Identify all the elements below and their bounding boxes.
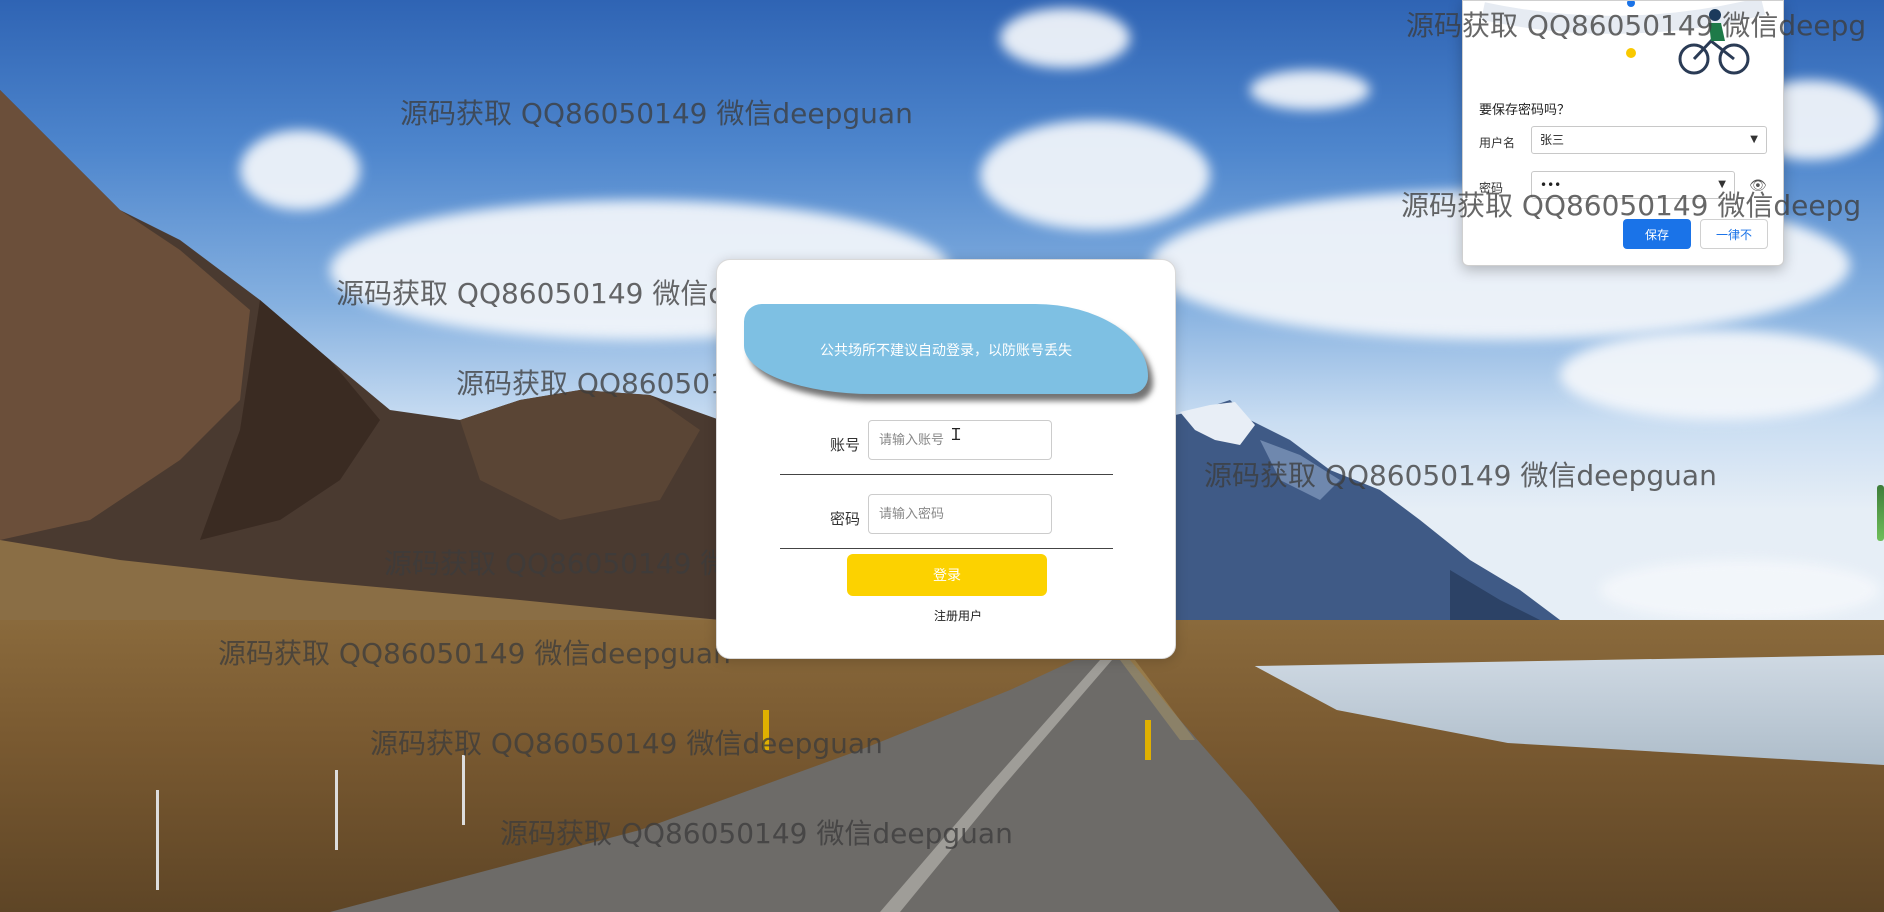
password-label: 密码 [830,510,861,528]
account-row: 账号 [780,420,1113,475]
username-select[interactable]: 张三 ▼ [1531,126,1767,154]
username-label: 用户名 [1479,136,1516,150]
scrollbar-thumb[interactable] [1877,485,1884,541]
password-row: 密码 [780,494,1113,549]
chevron-down-icon: ▼ [1718,179,1726,190]
never-save-button[interactable]: 一律不 [1700,219,1768,249]
eye-icon[interactable]: 👁 [1749,178,1767,194]
username-value: 张三 [1540,133,1565,147]
password-select[interactable]: ••• ▼ [1531,171,1735,199]
save-password-button[interactable]: 保存 [1623,219,1691,249]
road [156,660,1340,912]
chevron-down-icon: ▼ [1750,134,1758,145]
cyclist-illustration-icon [1481,1,1766,75]
password-input[interactable] [868,494,1052,534]
save-password-popup: 要保存密码吗？ 用户名 张三 ▼ 密码 ••• ▼ 保存 一律不 [1462,0,1784,266]
login-button[interactable]: 登录 [847,554,1047,596]
account-label: 账号 [830,436,861,454]
notice-banner: 公共场所不建议自动登录，以防账号丢失 [744,304,1148,394]
save-password-title: 要保存密码吗？ [1479,103,1571,118]
password-label: 密码 [1479,181,1504,195]
password-value: ••• [1540,178,1562,192]
text-cursor-icon: Ｉ [948,425,965,444]
register-link[interactable]: 注册用户 [908,607,1008,624]
